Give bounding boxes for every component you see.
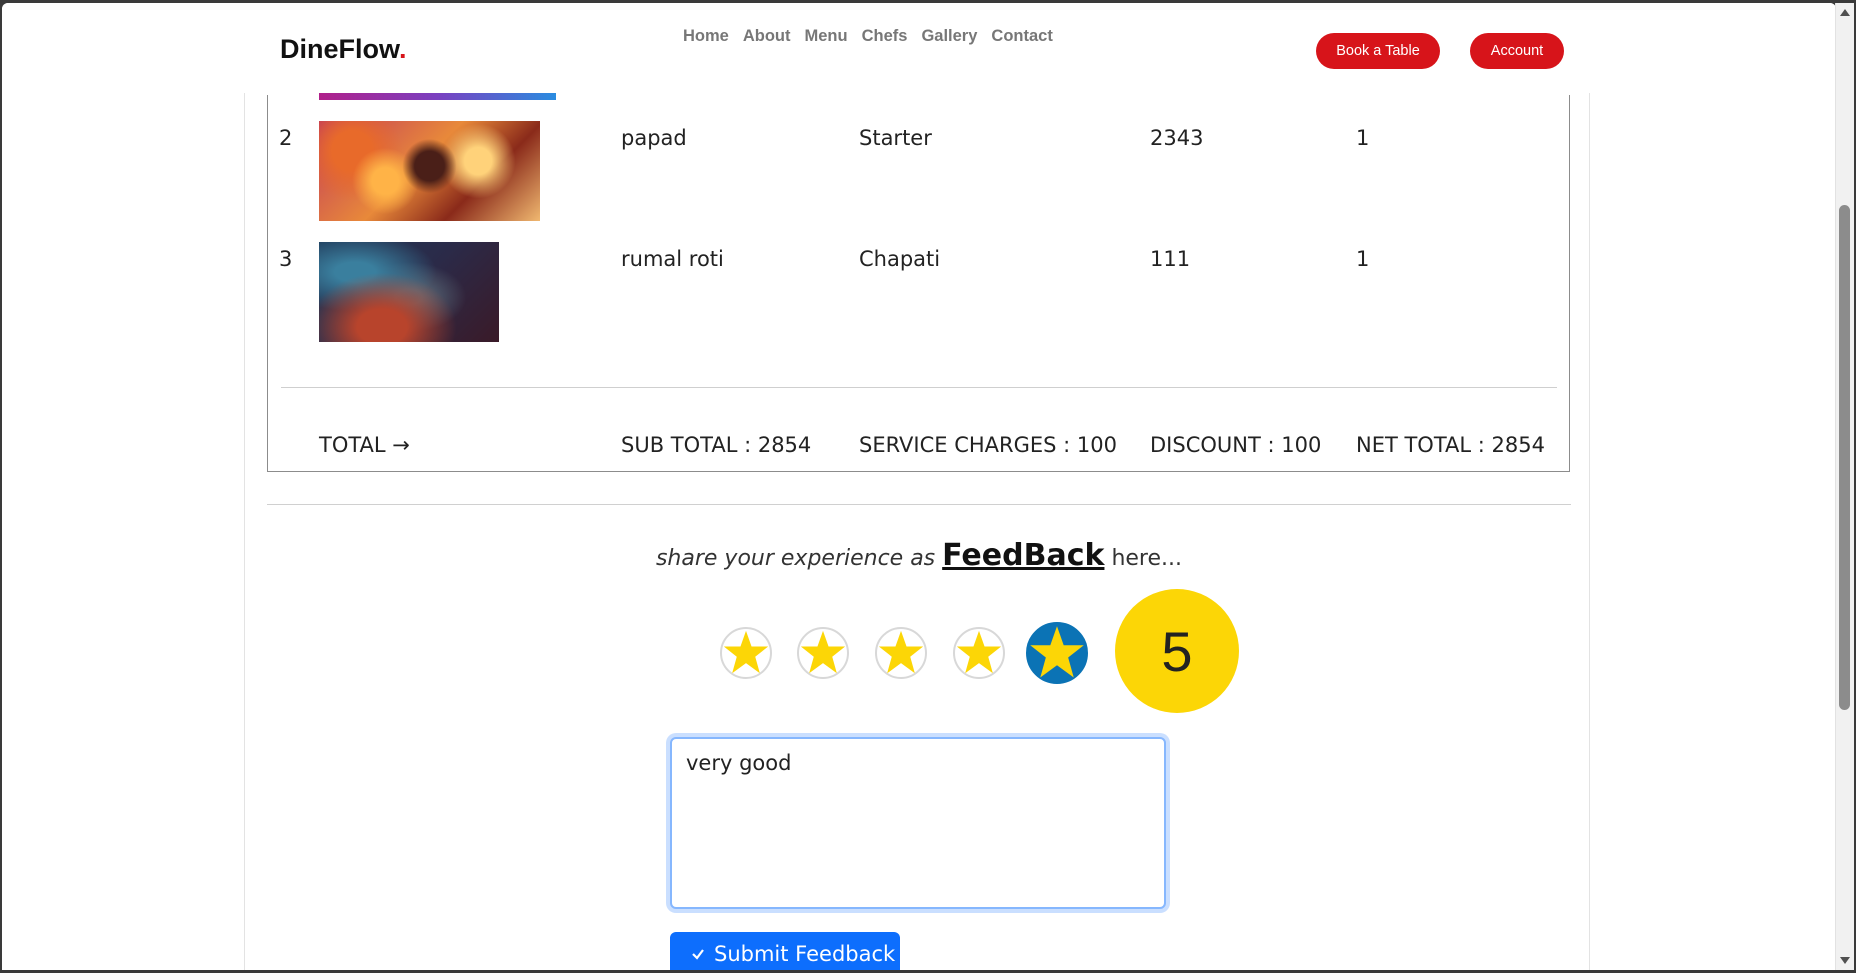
star-rating-1[interactable] [720,627,772,679]
item-category: Starter [859,126,932,150]
site-header: DineFlow. Home About Menu Chefs Gallery … [2,3,1836,93]
submit-feedback-label: Submit Feedback [714,942,896,966]
row-number: 2 [279,126,293,150]
check-icon [692,949,704,960]
sub-total: SUB TOTAL : 2854 [621,433,812,457]
item-category: Chapati [859,247,941,271]
item-quantity: 1 [1356,126,1370,150]
total-label: TOTAL → [319,433,410,457]
item-name: papad [621,126,687,150]
item-quantity: 1 [1356,247,1370,271]
star-icon [723,630,769,674]
nav-contact[interactable]: Contact [991,27,1052,46]
logo[interactable]: DineFlow. [280,34,407,65]
nav-about[interactable]: About [743,27,791,46]
item-name: rumal roti [621,247,724,271]
section-divider [267,504,1571,505]
nav-menu[interactable]: Menu [805,27,848,46]
main-nav: Home About Menu Chefs Gallery Contact [683,27,1053,46]
item-price: 2343 [1150,126,1204,150]
star-rating-3[interactable] [875,627,927,679]
nav-gallery[interactable]: Gallery [921,27,977,46]
submit-feedback-button[interactable]: Submit Feedback [670,932,900,970]
food-image-row-1 [319,93,556,100]
star-rating-2[interactable] [797,627,849,679]
scroll-up-icon[interactable] [1840,9,1850,16]
star-icon [1030,626,1084,678]
nav-chefs[interactable]: Chefs [862,27,908,46]
feedback-textarea[interactable]: very good [670,737,1166,909]
row-number: 3 [279,247,293,271]
star-icon [800,630,846,674]
vertical-scrollbar[interactable] [1835,3,1854,970]
food-image [319,242,499,342]
logo-dot: . [399,34,407,64]
star-icon [956,630,1002,674]
item-price: 111 [1150,247,1191,271]
food-image [319,121,540,221]
scroll-down-icon[interactable] [1840,957,1850,964]
feedback-prompt-text: share your experience as [655,546,936,571]
book-table-button[interactable]: Book a Table [1316,33,1440,69]
rating-value-badge: 5 [1115,589,1239,713]
star-rating-4[interactable] [953,627,1005,679]
scrollbar-thumb[interactable] [1839,205,1850,710]
feedback-prompt: share your experience as FeedBack here..… [2,538,1836,573]
star-rating-5[interactable] [1026,622,1088,684]
feedback-prompt-suffix: here... [1111,546,1183,571]
account-button[interactable]: Account [1470,33,1564,69]
logo-text: DineFlow [280,34,399,64]
table-divider [281,387,1557,388]
browser-viewport: 2 papad Starter 2343 1 3 rumal roti Chap… [2,3,1836,970]
service-charges: SERVICE CHARGES : 100 [859,433,1117,457]
feedback-link[interactable]: FeedBack [942,538,1104,573]
discount: DISCOUNT : 100 [1150,433,1322,457]
star-icon [878,630,924,674]
nav-home[interactable]: Home [683,27,729,46]
net-total: NET TOTAL : 2854 [1356,433,1545,457]
